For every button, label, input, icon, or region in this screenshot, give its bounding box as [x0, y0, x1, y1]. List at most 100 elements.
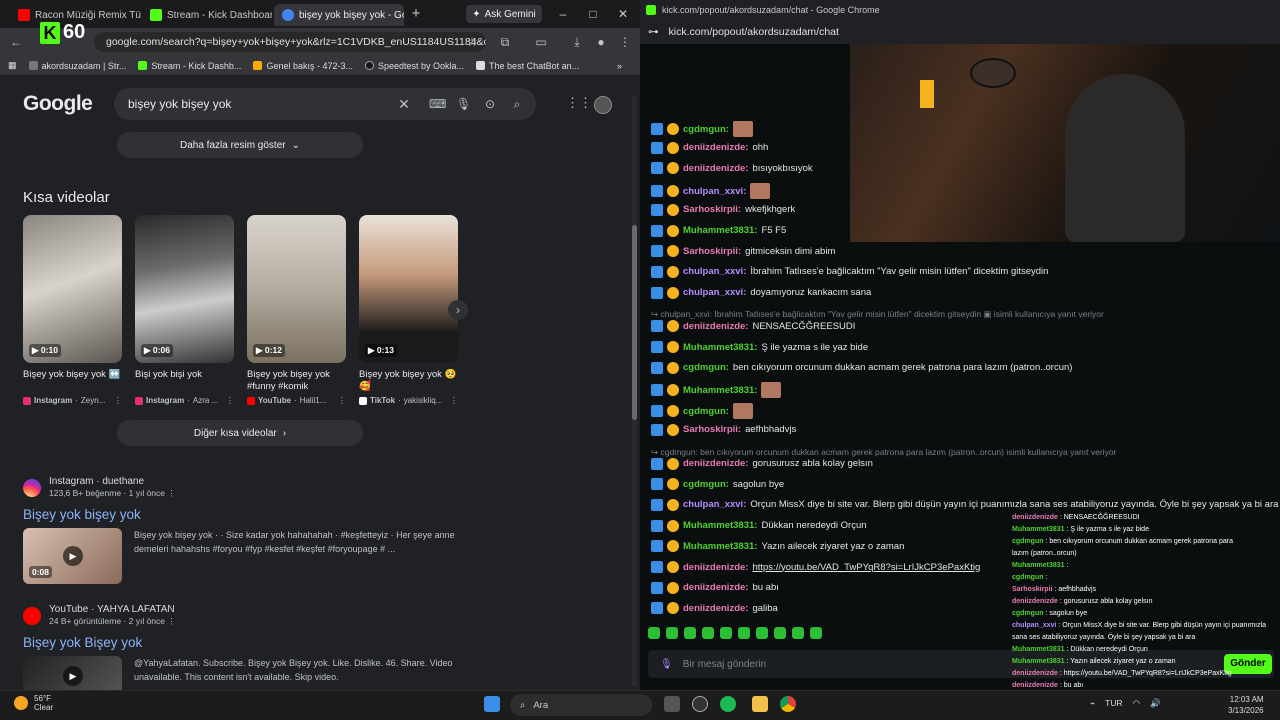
result-site[interactable]: Instagram · duethane 123,6 B+ beğenme · 1…: [23, 476, 463, 499]
chat-username[interactable]: cgdmgun:: [683, 479, 729, 490]
chat-username[interactable]: Sarhoskirpii:: [683, 204, 741, 215]
emote-icon[interactable]: [684, 627, 696, 639]
video-thumbnail[interactable]: ▶ 0:13: [359, 215, 458, 363]
chat-username[interactable]: chulpan_xxvi:: [683, 186, 746, 197]
emote-icon[interactable]: [756, 627, 768, 639]
emote-icon[interactable]: [666, 627, 678, 639]
video-card[interactable]: ▶ 0:10 Bişey yok bişey yok ↔️ Instagram ·…: [23, 215, 122, 405]
search-icon[interactable]: ⌕: [510, 97, 524, 111]
chat-message[interactable]: Muhammet3831:: [651, 382, 782, 399]
more-options-icon[interactable]: ⋮: [226, 396, 234, 405]
chat-message[interactable]: Muhammet3831: F5 F5: [651, 224, 786, 237]
maximize-button[interactable]: □: [582, 4, 604, 24]
chat-message[interactable]: Sarhoskirpii: aefhbhadvjs: [651, 423, 796, 436]
chat-username[interactable]: Muhammet3831:: [683, 541, 757, 552]
spotify-icon[interactable]: [720, 696, 736, 712]
chat-username[interactable]: cgdmgun:: [683, 124, 729, 135]
file-explorer-icon[interactable]: [752, 696, 768, 712]
chat-message[interactable]: cgdmgun:: [651, 121, 753, 137]
chat-message[interactable]: deniizdenizde: ohh: [651, 141, 768, 154]
chat-username[interactable]: Muhammet3831:: [683, 225, 757, 236]
chat-address-bar[interactable]: ⊶ kick.com/popout/akordsuzadam/chat: [640, 20, 1280, 44]
clear-icon[interactable]: ✕: [397, 97, 411, 111]
minimize-button[interactable]: –: [552, 4, 574, 24]
bookmark-item[interactable]: Stream - Kick Dashb...: [138, 61, 241, 71]
video-title[interactable]: Bişey yok bişey yok ↔️: [23, 369, 122, 393]
chrome-icon[interactable]: [780, 696, 796, 712]
chat-message[interactable]: Muhammet3831: Dükkan neredeydi Orçun: [651, 519, 867, 532]
keyboard-icon[interactable]: ⌨: [429, 97, 446, 111]
more-options-icon[interactable]: ⋮: [167, 616, 176, 626]
bookmark-item[interactable]: The best ChatBot an...: [476, 61, 579, 71]
extensions-icon[interactable]: ⧉: [497, 34, 513, 50]
video-card[interactable]: ▶ 0:13 Bişey yok bişey yok 🥺🥰 TikTok · yak…: [359, 215, 458, 405]
tab-kick-dashboard[interactable]: Stream - Kick Dashboar×: [142, 4, 272, 26]
chat-message[interactable]: chulpan_xxvi:: [651, 183, 771, 200]
task-view-icon[interactable]: [664, 696, 680, 712]
obs-icon[interactable]: [692, 696, 708, 712]
avatar[interactable]: [594, 96, 612, 114]
chat-message[interactable]: chulpan_xxvi: İbrahim Tatlıses'e bağlicak…: [651, 265, 1048, 278]
emote-icon[interactable]: [810, 627, 822, 639]
chat-message[interactable]: deniizdenizde: galiba: [651, 602, 778, 615]
download-icon[interactable]: ⤓: [569, 34, 585, 50]
result-thumbnail[interactable]: ▶: [23, 656, 122, 690]
chat-username[interactable]: deniizdenizde:: [683, 142, 748, 153]
video-title[interactable]: Bişey yok bişey yok 🥺🥰: [359, 369, 458, 393]
chat-message[interactable]: deniizdenizde: gorusurusz abla kolay gels…: [651, 457, 873, 470]
chat-message[interactable]: cgdmgun: ben cıkıyorum orcunum dukkan acm…: [651, 361, 1072, 374]
bookmark-item[interactable]: Speedtest by Ookla...: [364, 61, 464, 71]
chat-username[interactable]: chulpan_xxvi:: [683, 287, 746, 298]
search-input[interactable]: bişey yok bişey yok: [114, 88, 536, 120]
emote-icon[interactable]: [774, 627, 786, 639]
chat-username[interactable]: deniizdenizde:: [683, 163, 748, 174]
weather-widget[interactable]: 56°F Clear: [14, 694, 53, 712]
close-window-button[interactable]: ✕: [612, 4, 634, 24]
chat-message[interactable]: Sarhoskirpii: wkefjkhgerk: [651, 203, 795, 216]
chat-message[interactable]: Muhammet3831: Yazın ailecek ziyaret yaz o…: [651, 540, 904, 553]
microphone-icon[interactable]: 🎙: [660, 659, 673, 670]
cast-icon[interactable]: ▭: [533, 34, 549, 50]
more-options-icon[interactable]: ⋮: [167, 488, 176, 498]
video-thumbnail[interactable]: ▶ 0:12: [247, 215, 346, 363]
bookmark-item[interactable]: akordsuzadam | Str...: [28, 61, 126, 71]
video-card[interactable]: ▶ 0:06 Bişi yok bişi yok Instagram · Azra …: [135, 215, 234, 405]
emote-icon[interactable]: [792, 627, 804, 639]
chat-username[interactable]: Sarhoskirpii:: [683, 246, 741, 257]
chat-username[interactable]: cgdmgun:: [683, 406, 729, 417]
profile-icon[interactable]: ●: [593, 34, 609, 50]
chat-message[interactable]: deniizdenizde: NENSAECĞĞREESUDI: [651, 320, 855, 333]
video-thumbnail[interactable]: ▶ 0:06: [135, 215, 234, 363]
more-bookmarks-icon[interactable]: »: [617, 61, 622, 71]
new-tab-button[interactable]: +: [406, 4, 426, 24]
chat-message[interactable]: cgdmgun: sagolun bye: [651, 478, 784, 491]
microphone-icon[interactable]: 🎙: [456, 97, 471, 111]
wifi-icon[interactable]: ◠: [1133, 698, 1140, 709]
chevron-right-icon[interactable]: ›: [448, 300, 468, 320]
chat-username[interactable]: deniizdenizde:: [683, 582, 748, 593]
clock[interactable]: 12:03 AM 3/13/2026: [1228, 694, 1264, 716]
more-images-button[interactable]: Daha fazla resim göster ⌄: [117, 132, 363, 158]
bookmark-item[interactable]: Genel bakış - 472-3...: [253, 61, 353, 71]
chat-username[interactable]: deniizdenizde:: [683, 321, 748, 332]
ask-gemini-button[interactable]: ✦ Ask Gemini: [466, 5, 542, 23]
chat-username[interactable]: chulpan_xxvi:: [683, 266, 746, 277]
emote-icon[interactable]: [648, 627, 660, 639]
chat-username[interactable]: Sarhoskirpii:: [683, 424, 741, 435]
video-thumbnail[interactable]: ▶ 0:10: [23, 215, 122, 363]
chat-message[interactable]: deniizdenizde: bu abı: [651, 581, 779, 594]
chat-username[interactable]: deniizdenizde:: [683, 458, 748, 469]
chat-message[interactable]: cgdmgun:: [651, 403, 753, 420]
chat-username[interactable]: Muhammet3831:: [683, 520, 757, 531]
result-thumbnail[interactable]: ▶ 0:08: [23, 528, 122, 584]
result-title-link[interactable]: Bişey yok bişey yok: [23, 507, 463, 522]
chat-username[interactable]: deniizdenizde:: [683, 603, 748, 614]
result-site[interactable]: YouTube · YAHYA LAFATAN 24 B+ görüntüleme…: [23, 604, 463, 627]
network-icon[interactable]: ⌁: [1090, 698, 1095, 709]
google-logo[interactable]: Google: [23, 92, 93, 116]
more-options-icon[interactable]: ⋮: [450, 396, 458, 405]
chat-message[interactable]: chulpan_xxvi: doyamıyoruz kankacım sana: [651, 286, 871, 299]
tab-google-search[interactable]: bişey yok bişey yok - Go×: [274, 4, 404, 26]
google-apps-icon[interactable]: ⋮⋮: [566, 96, 592, 110]
menu-icon[interactable]: ⋮: [617, 34, 633, 50]
